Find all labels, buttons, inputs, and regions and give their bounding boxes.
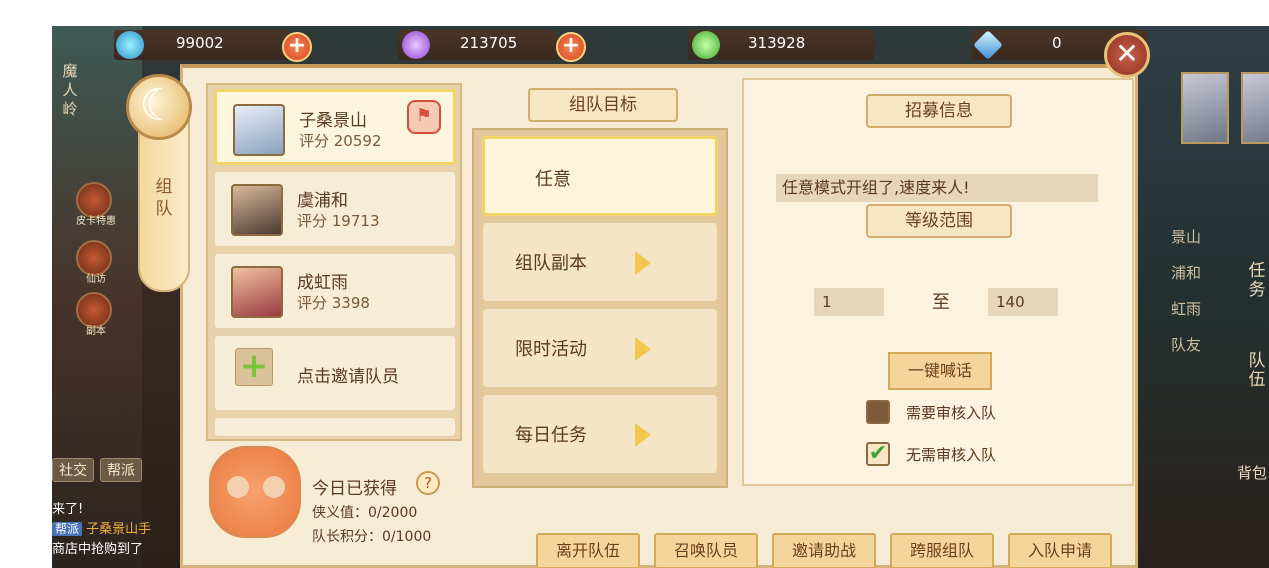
member-score: 评分 19713 (297, 212, 380, 230)
chat-line: 帮派 子桑景山手 (52, 518, 151, 537)
chat-line-text: 子桑景山手 (86, 522, 152, 537)
party-avatar[interactable] (1181, 72, 1229, 144)
arrow-right-icon (635, 251, 651, 275)
team-button[interactable]: 队伍 (1247, 352, 1267, 390)
invite-member-slot[interactable] (214, 417, 456, 437)
max-level-input[interactable]: 140 (988, 288, 1058, 316)
need-review-label: 需要审核入队 (906, 404, 997, 422)
right-hud: 景山 浦和 虹雨 队友 任务 队伍 背包 (1137, 26, 1269, 568)
map-name: 魔人岭 (62, 62, 78, 118)
arrow-right-icon (635, 423, 651, 447)
party-name: 浦和 (1171, 264, 1202, 282)
cat-eye (263, 476, 285, 498)
mission-button[interactable]: 任务 (1247, 262, 1267, 300)
no-review-label: 无需审核入队 (906, 446, 997, 464)
recruit-message[interactable]: 任意模式开组了,速度来人! (776, 174, 1098, 202)
level-to-label: 至 (932, 292, 950, 313)
tab-social[interactable]: 社交 (52, 458, 94, 482)
close-button[interactable]: ✕ (1104, 32, 1150, 78)
righteous-value: 侠义值：0/2000 (312, 505, 418, 521)
member-avatar (231, 184, 283, 236)
green-value: 313928 (748, 34, 806, 52)
goal-label: 组队副本 (515, 253, 587, 274)
member-item[interactable]: 成虹雨 评分 3398 (214, 253, 456, 329)
xianfang-icon[interactable]: 仙访 (76, 240, 112, 285)
plus-icon: + (235, 348, 273, 386)
member-list: 子桑景山 评分 20592 ⚑ 虞浦和 评分 19713 成虹雨 评分 3398… (206, 83, 462, 441)
party-name: 队友 (1171, 336, 1202, 354)
member-name: 虞浦和 (297, 191, 348, 211)
member-name: 成虹雨 (297, 273, 348, 293)
game-view: 魔人岭 皮卡特惠 仙访 副本 社交 帮派 来了! 帮派 子桑景山手 商店中抢购到… (52, 26, 1269, 568)
goal-label: 限时活动 (515, 339, 587, 360)
party-name: 景山 (1171, 228, 1202, 246)
purple-value: 213705 (460, 34, 518, 52)
member-item[interactable]: 虞浦和 评分 19713 (214, 171, 456, 247)
goal-label: 任意 (535, 169, 571, 190)
team-goal-header: 组队目标 (528, 88, 678, 122)
chat-line: 来了! (52, 502, 84, 517)
leader-points: 队长积分：0/1000 (312, 529, 432, 545)
special-offer-label: 皮卡特惠 (76, 216, 116, 227)
chat-line-tag: 帮派 (52, 522, 83, 536)
goal-list: 任意 组队副本 限时活动 每日任务 (472, 128, 728, 488)
goal-any[interactable]: 任意 (482, 136, 718, 216)
cross-server-team-button[interactable]: 跨服组队 (890, 533, 994, 568)
invite-assist-button[interactable]: 邀请助战 (772, 533, 876, 568)
cat-eye (227, 476, 249, 498)
screen: 魔人岭 皮卡特惠 仙访 副本 社交 帮派 来了! 帮派 子桑景山手 商店中抢购到… (0, 0, 1269, 568)
goal-label: 每日任务 (515, 425, 587, 446)
min-level-input[interactable]: 1 (814, 288, 884, 316)
recruit-header: 招募信息 (866, 94, 1012, 128)
cat-mascot-icon (209, 446, 301, 538)
invite-member-slot[interactable]: + 点击邀请队员 (214, 335, 456, 411)
goal-limited-event[interactable]: 限时活动 (482, 308, 718, 388)
member-score: 评分 3398 (297, 294, 370, 312)
coin-icon (116, 31, 144, 59)
purple-gem-icon (402, 31, 430, 59)
no-review-checkbox[interactable]: ✔ (866, 442, 890, 466)
help-icon[interactable]: ? (416, 471, 440, 495)
chat-line: 商店中抢购到了 (52, 542, 144, 557)
moon-emblem-icon: ☾ (126, 74, 192, 140)
bag-button[interactable]: 背包 (1237, 462, 1267, 483)
leave-team-button[interactable]: 离开队伍 (536, 533, 640, 568)
level-range-header: 等级范围 (866, 204, 1012, 238)
summon-members-button[interactable]: 召唤队员 (654, 533, 758, 568)
dungeon-icon[interactable]: 副本 (76, 292, 112, 337)
member-name: 子桑景山 (299, 111, 367, 131)
arrow-right-icon (635, 337, 651, 361)
green-gem-icon (692, 31, 720, 59)
coin-value: 99002 (176, 34, 224, 52)
need-review-checkbox[interactable] (866, 400, 890, 424)
recruit-panel (742, 78, 1134, 486)
shout-button[interactable]: 一键喊话 (888, 352, 992, 390)
add-purple-button[interactable]: + (556, 32, 586, 62)
invite-label: 点击邀请队员 (297, 367, 399, 387)
team-tab-label: 组队 (155, 177, 173, 219)
goal-team-dungeon[interactable]: 组队副本 (482, 222, 718, 302)
party-name: 虹雨 (1171, 300, 1202, 318)
add-coin-button[interactable]: + (282, 32, 312, 62)
goal-daily-task[interactable]: 每日任务 (482, 394, 718, 474)
leader-flag-icon: ⚑ (407, 100, 441, 134)
party-avatar[interactable] (1241, 72, 1269, 144)
tab-guild[interactable]: 帮派 (100, 458, 142, 482)
dungeon-label: 副本 (86, 326, 106, 337)
member-score: 评分 20592 (299, 132, 382, 150)
member-avatar (231, 266, 283, 318)
member-item[interactable]: 子桑景山 评分 20592 ⚑ (214, 89, 456, 165)
member-avatar (233, 104, 285, 156)
join-request-button[interactable]: 入队申请 (1008, 533, 1112, 568)
currency-bar: 99002 + 213705 + 313928 0 (52, 26, 1269, 64)
xianfang-label: 仙访 (86, 274, 106, 285)
daily-gained-title: 今日已获得 (312, 479, 397, 499)
diamond-value: 0 (1052, 34, 1062, 52)
special-offer-icon[interactable]: 皮卡特惠 (76, 182, 116, 227)
